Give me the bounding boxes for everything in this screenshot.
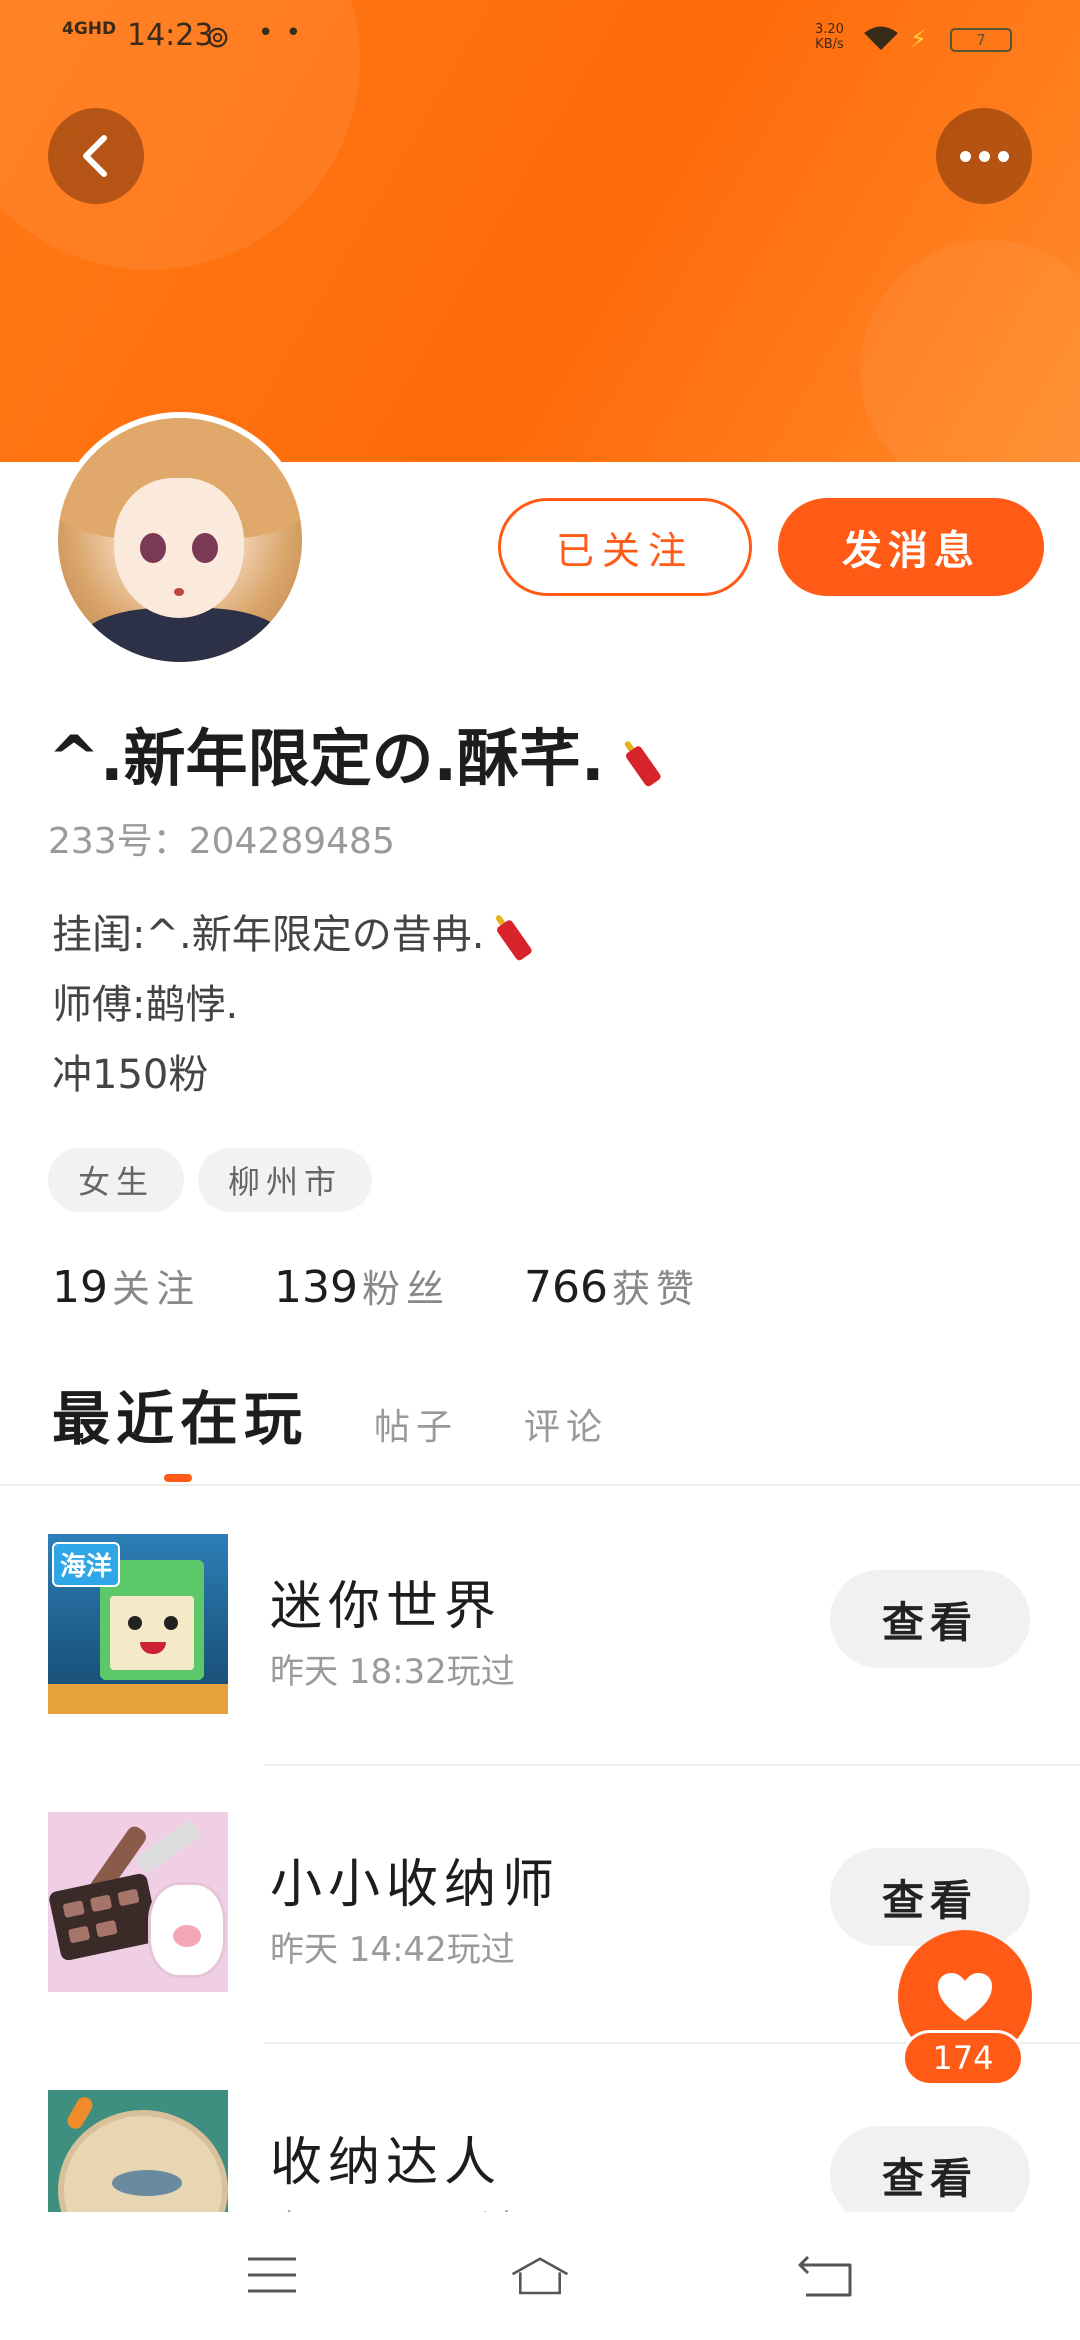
likes-label: 获赞 — [612, 1267, 701, 1311]
banner-decoration — [860, 240, 1080, 462]
menu-icon — [248, 2257, 296, 2293]
game-list: 海洋 迷你世界 昨天 18:32玩过 查看 小小收纳师 昨天 14:42玩过 查… — [0, 1486, 1080, 2212]
notification-dots-icon: • • — [258, 18, 303, 48]
profile-tabs: 最近在玩 帖子 评论 — [52, 1372, 608, 1456]
gender-tag: 女生 — [48, 1148, 185, 1212]
firecracker-icon — [485, 907, 539, 967]
following-count: 19 — [52, 1262, 108, 1313]
followers-count: 139 — [274, 1262, 358, 1313]
profile-stats: 19 关注 139 粉丝 766 获赞 — [52, 1258, 700, 1313]
home-icon — [511, 2257, 569, 2295]
game-name: 收纳达人 — [270, 2133, 503, 2193]
bio-line: 师傅:鹋悖. — [52, 982, 239, 1028]
notification-app-icon: ⊚ — [205, 20, 231, 55]
network-speed: 3.20 KB/s — [815, 22, 844, 52]
nickname: ^.新年限定の.酥芊. — [48, 708, 663, 798]
game-name: 迷你世界 — [270, 1577, 503, 1637]
charging-icon: ⚡ — [910, 25, 927, 53]
more-dots-icon — [959, 150, 971, 162]
game-icon — [48, 1812, 228, 1992]
view-button[interactable]: 查看 — [830, 1570, 1030, 1668]
followers-stat[interactable]: 139 粉丝 — [274, 1258, 450, 1313]
chevron-left-icon — [83, 135, 107, 177]
played-time: 昨天 14:42玩过 — [270, 1930, 515, 1970]
likes-count: 766 — [524, 1262, 608, 1313]
profile-tags: 女生 柳州市 — [48, 1148, 373, 1212]
game-name: 小小收纳师 — [270, 1855, 561, 1915]
bio-line-text: 挂闺:^.新年限定の昔冉. — [52, 912, 485, 958]
avatar[interactable] — [52, 412, 308, 668]
home-button[interactable] — [510, 2250, 570, 2300]
wifi-icon — [864, 26, 898, 50]
game-icon: 海洋 — [48, 1534, 228, 1714]
bio-line: 冲150粉 — [52, 1052, 209, 1098]
played-time: 昨天 14:34玩过 — [270, 2200, 515, 2212]
tab-comments[interactable]: 评论 — [524, 1398, 608, 1450]
location-tag: 柳州市 — [198, 1148, 373, 1212]
game-icon — [48, 2090, 228, 2212]
view-button[interactable]: 查看 — [830, 2126, 1030, 2212]
tab-posts[interactable]: 帖子 — [374, 1398, 458, 1450]
firecracker-icon — [614, 733, 668, 793]
view-button[interactable]: 查看 — [830, 1848, 1030, 1946]
nickname-text: ^.新年限定の.酥芊. — [48, 722, 605, 795]
list-item[interactable]: 海洋 迷你世界 昨天 18:32玩过 查看 — [0, 1486, 1080, 1762]
system-nav-bar — [0, 2212, 1080, 2340]
more-dots-icon — [978, 150, 990, 162]
avatar-image — [58, 418, 302, 662]
status-bar: 4GHD 14:23 ⊚ • • 3.20 KB/s ⚡ 7 — [0, 0, 1080, 76]
following-label: 关注 — [112, 1267, 201, 1311]
followed-button[interactable]: 已关注 — [498, 498, 752, 596]
network-indicator: 4GHD — [62, 19, 117, 39]
bio-line: 挂闺:^.新年限定の昔冉. — [52, 900, 534, 970]
more-options-button[interactable] — [936, 108, 1032, 204]
tab-recently-played[interactable]: 最近在玩 — [52, 1372, 308, 1456]
heart-icon — [938, 1973, 992, 2021]
likes-stat: 766 获赞 — [524, 1258, 700, 1313]
status-time: 14:23 — [127, 18, 214, 53]
played-time: 昨天 18:32玩过 — [270, 1652, 515, 1692]
back-arrow-icon — [798, 2255, 852, 2297]
back-nav-button[interactable] — [796, 2250, 856, 2300]
user-id: 233号：204289485 — [48, 821, 395, 862]
followers-label: 粉丝 — [362, 1267, 451, 1311]
battery-indicator: 7 — [950, 28, 1012, 52]
like-count: 174 — [902, 2030, 1024, 2086]
more-dots-icon — [997, 150, 1009, 162]
send-message-button[interactable]: 发消息 — [778, 498, 1044, 596]
menu-button[interactable] — [242, 2250, 302, 2300]
following-stat[interactable]: 19 关注 — [52, 1258, 200, 1313]
game-icon-badge: 海洋 — [52, 1542, 121, 1587]
bio: 挂闺:^.新年限定の昔冉. 师傅:鹋悖. 冲150粉 — [52, 900, 534, 1110]
back-button[interactable] — [48, 108, 144, 204]
tab-indicator — [164, 1474, 192, 1482]
